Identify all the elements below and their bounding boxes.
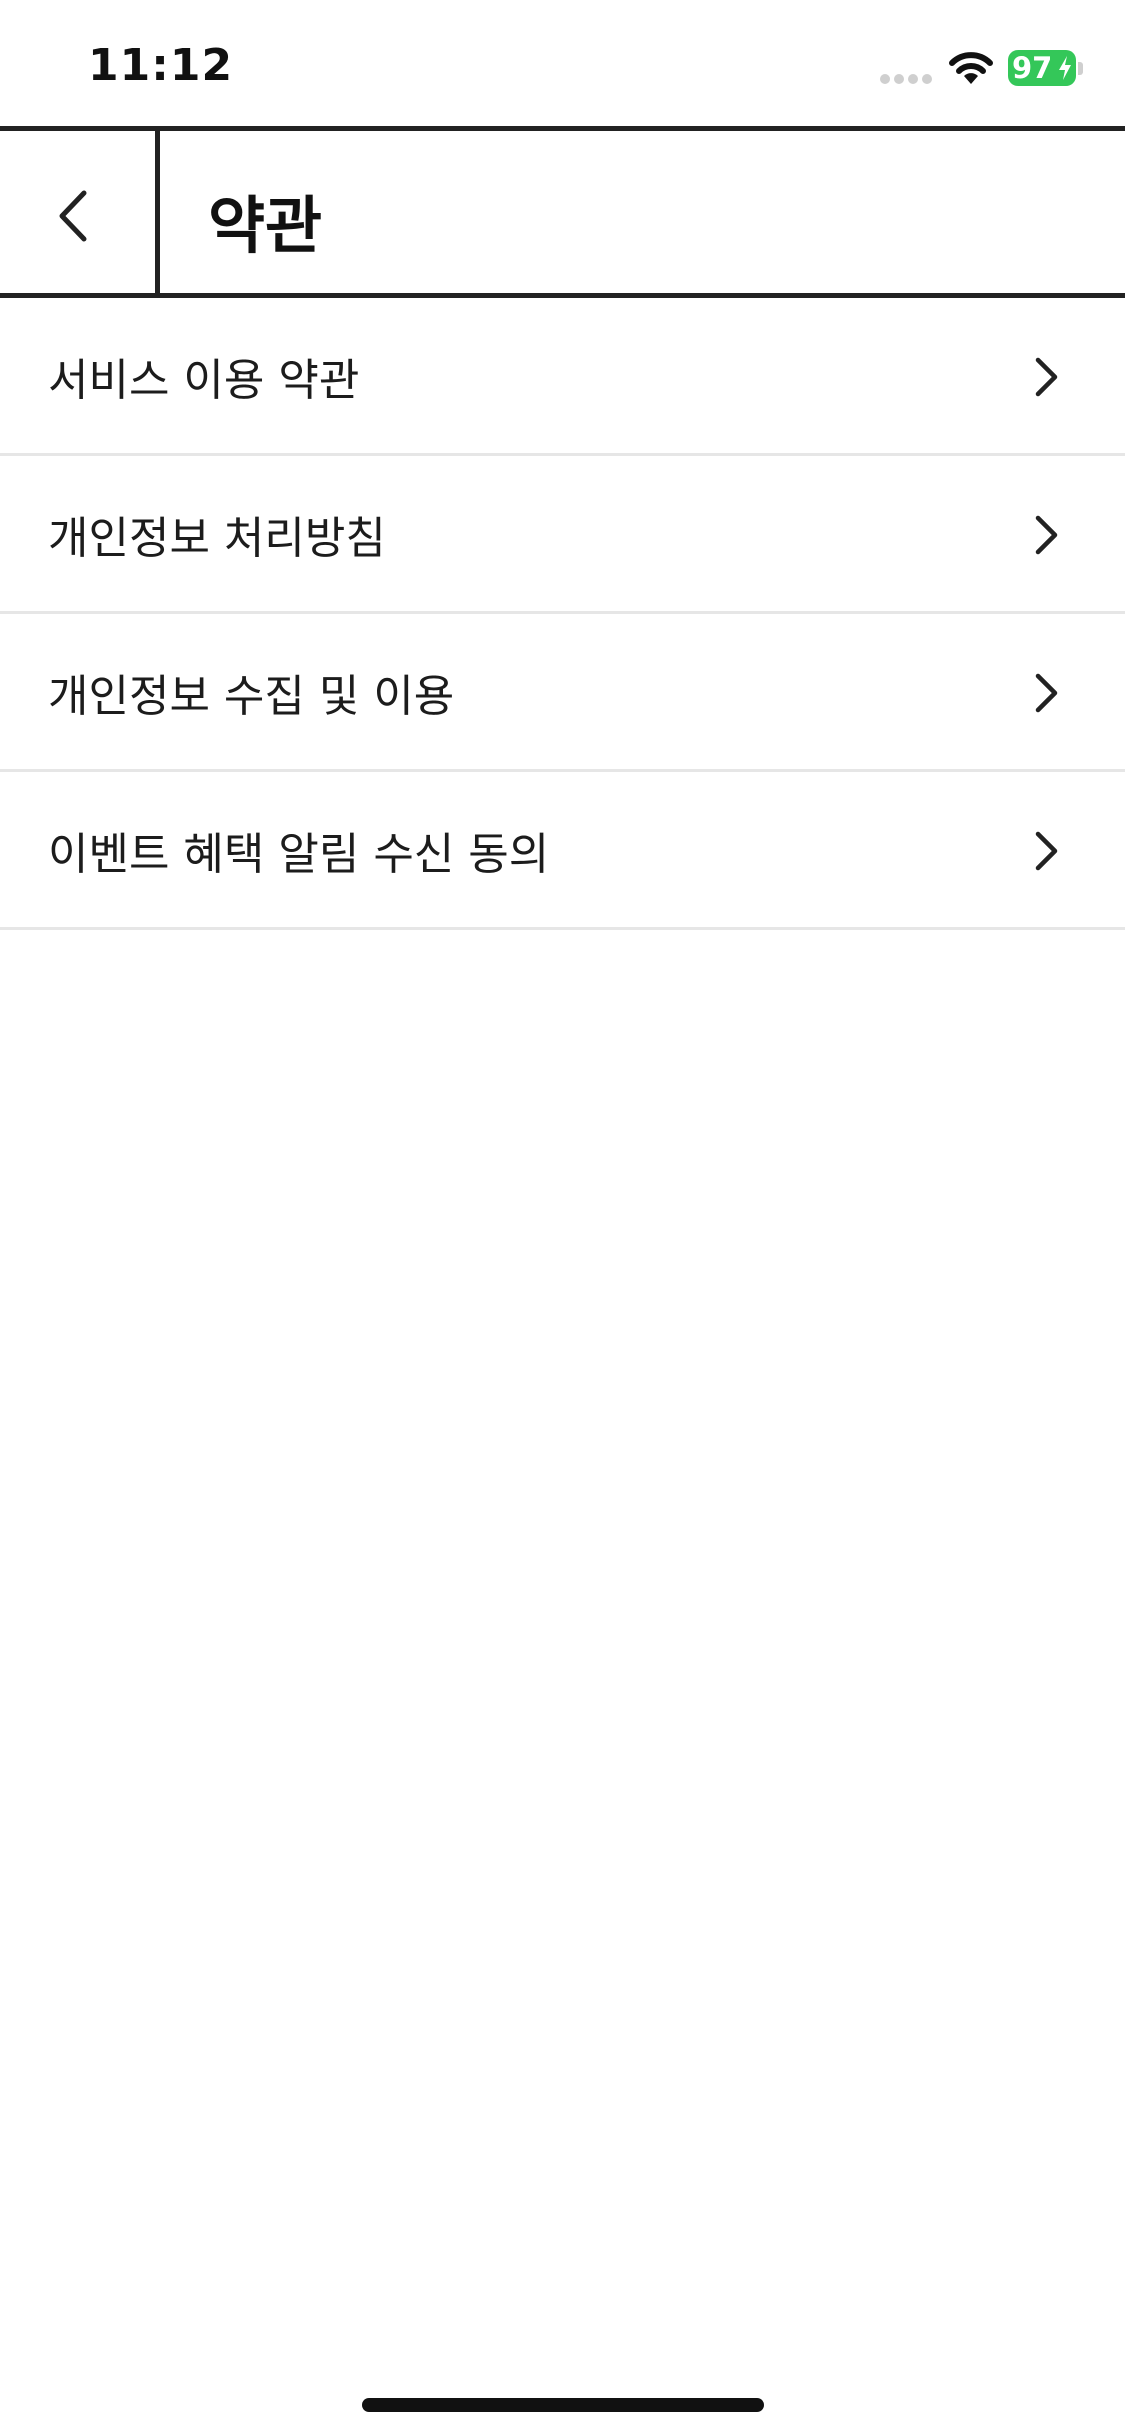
bolt-icon [1059,56,1071,80]
menu-item-event-notification-consent[interactable]: 이벤트 혜택 알림 수신 동의 [0,772,1125,930]
header: 약관 [0,126,1125,298]
chevron-right-icon [1035,357,1058,397]
chevron-right-icon [1035,831,1058,871]
status-time: 11:12 [88,40,234,91]
signal-icon [880,74,936,86]
menu-list: 서비스 이용 약관 개인정보 처리방침 개인정보 수집 및 이용 이벤트 혜택 … [0,298,1125,930]
battery-percent: 97 [1012,51,1053,85]
menu-item-label: 개인정보 처리방침 [48,512,386,564]
home-indicator[interactable] [362,2398,764,2412]
menu-item-label: 개인정보 수집 및 이용 [48,670,455,722]
page-title: 약관 [208,189,323,262]
menu-item-label: 이벤트 혜택 알림 수신 동의 [48,828,550,880]
chevron-left-icon [59,190,87,242]
menu-item-privacy-policy[interactable]: 개인정보 처리방침 [0,456,1125,614]
chevron-right-icon [1035,673,1058,713]
battery-charging-icon: 97 [1008,50,1076,86]
status-bar: 11:12 97 [0,0,1125,126]
menu-item-label: 서비스 이용 약관 [48,354,360,406]
menu-item-personal-info-collection[interactable]: 개인정보 수집 및 이용 [0,614,1125,772]
back-button[interactable] [0,131,160,293]
chevron-right-icon [1035,515,1058,555]
battery-cap [1078,62,1083,75]
menu-item-terms-of-service[interactable]: 서비스 이용 약관 [0,298,1125,456]
wifi-icon [948,50,994,86]
